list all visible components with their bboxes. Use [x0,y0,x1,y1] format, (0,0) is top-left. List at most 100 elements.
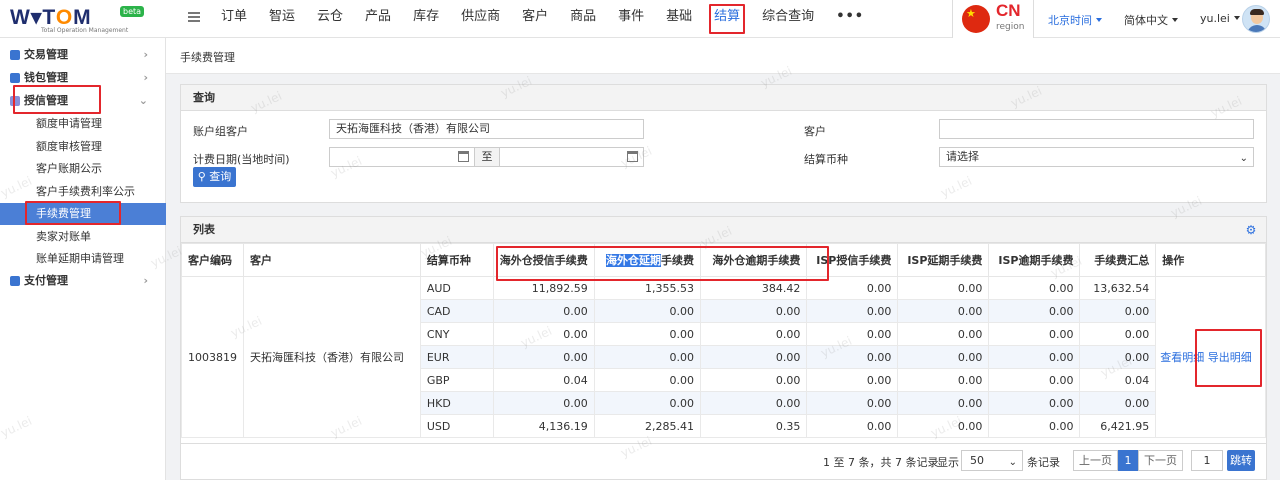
customer-code-cell: 1003819 [181,276,244,438]
actions-cell: 查看明细 导出明细 [1155,276,1266,438]
tom-logo[interactable]: W▾TOM beta Total Operation Management [10,5,150,34]
sidebar-group-trade[interactable]: 交易管理 › [0,44,166,66]
pagination: 1 至 7 条，共 7 条记录 显示 50 ⌄ 条记录 上一页 1 下一页 1 跳… [180,444,1267,480]
fee-cell: 2,285.41 [593,414,702,438]
column-settings-gear-icon[interactable]: ⚙ [1244,223,1258,237]
currency-cell: HKD [419,391,494,415]
language-label: 简体中文 [1124,14,1168,27]
sidebar-group-label: 支付管理 [24,274,68,287]
date-label: 计费日期(当地时间) [193,153,290,166]
fee-cell: 0.00 [988,345,1081,369]
nav-item[interactable]: 供应商 [450,0,511,38]
wallet-icon [10,73,20,83]
calendar-icon[interactable] [627,151,638,162]
menu-toggle-icon[interactable] [188,12,200,22]
col-header-isp-overdue-fee: ISP逾期手续费 [988,243,1081,277]
avatar[interactable] [1242,5,1270,33]
nav-item[interactable]: 云仓 [306,0,354,38]
fee-cell: 0.00 [988,391,1081,415]
fee-cell: 0.00 [988,276,1081,300]
currency-cell: GBP [419,368,494,392]
fee-cell: 0.00 [1079,322,1157,346]
currency-label: 结算币种 [804,153,848,166]
page-1-button[interactable]: 1 [1118,450,1138,471]
chevron-down-icon [1096,18,1102,22]
main-nav: 订单 智运 云仓 产品 库存 供应商 客户 商品 事件 基础 结算 综合查询 ••• [210,0,875,38]
view-details-link[interactable]: 查看明细 [1160,351,1204,364]
nav-item[interactable]: 智运 [258,0,306,38]
region-selector[interactable]: ★ CN region [952,0,1034,38]
sidebar-group-credit[interactable]: 授信管理 ⌄ [0,90,166,112]
fee-cell: 0.00 [593,345,702,369]
search-icon: ⚲ [197,170,206,183]
fee-cell: 0.00 [897,276,990,300]
col-header-fee-total: 手续费汇总 [1079,243,1157,277]
fee-cell: 0.00 [988,414,1081,438]
page-size-select[interactable]: 50 ⌄ [961,450,1023,471]
fee-cell: 0.00 [988,299,1081,323]
fee-cell: 0.00 [806,276,899,300]
prev-page-button[interactable]: 上一页 [1073,450,1118,471]
chevron-down-icon: ⌄ [138,94,148,107]
language-dropdown[interactable]: 简体中文 [1124,12,1178,28]
col-header-isp-credit-fee: ISP授信手续费 [806,243,899,277]
nav-item[interactable]: 事件 [607,0,655,38]
sidebar-item[interactable]: 客户账期公示 [0,158,166,180]
start-date-input[interactable] [329,147,475,167]
user-dropdown[interactable]: yu.lei [1200,12,1240,25]
timezone-dropdown[interactable]: 北京时间 [1048,12,1102,28]
nav-more-icon[interactable]: ••• [825,0,875,38]
sidebar-item[interactable]: 额度申请管理 [0,113,166,135]
fee-cell: 0.00 [492,299,595,323]
goto-page-button[interactable]: 跳转 [1227,450,1255,471]
fee-cell: 0.00 [593,299,702,323]
next-page-button[interactable]: 下一页 [1138,450,1183,471]
calendar-icon[interactable] [458,151,469,162]
fee-cell: 0.00 [806,322,899,346]
fee-cell: 0.00 [1079,299,1157,323]
sidebar-item[interactable]: 账单延期申请管理 [0,248,166,270]
sidebar-item[interactable]: 手续费管理 [0,203,166,225]
currency-select[interactable]: 请选择 ⌄ [939,147,1254,167]
account-group-input[interactable]: 天拓海匯科技（香港）有限公司 [329,119,644,139]
sidebar-group-label: 授信管理 [24,94,68,107]
fee-cell: 0.00 [593,322,702,346]
nav-item[interactable]: 结算 [703,0,751,38]
nav-item[interactable]: 产品 [354,0,402,38]
sidebar-group-wallet[interactable]: 钱包管理 › [0,67,166,89]
nav-item[interactable]: 商品 [559,0,607,38]
sidebar-item[interactable]: 额度审核管理 [0,136,166,158]
nav-item[interactable]: 订单 [210,0,258,38]
timezone-label: 北京时间 [1048,14,1092,27]
end-date-input[interactable] [499,147,644,167]
nav-item[interactable]: 库存 [402,0,450,38]
search-button[interactable]: ⚲ 查询 [193,167,236,187]
currency-select-value: 请选择 [946,150,979,163]
search-button-label: 查询 [209,170,232,183]
sidebar-group-payment[interactable]: 支付管理 › [0,270,166,292]
username: yu.lei [1200,12,1230,25]
currency-cell: CNY [419,322,494,346]
customer-input[interactable] [939,119,1254,139]
col-header-currency: 结算币种 [419,243,494,277]
list-panel: 列表 ⚙ 客户编码 客户 结算币种 海外仓授信手续费 海外仓延期手续费 海外仓逾… [180,216,1267,444]
col-header-customer: 客户 [243,243,421,277]
nav-item[interactable]: 综合查询 [751,0,825,38]
top-bar: W▾TOM beta Total Operation Management 订单… [0,0,1280,38]
sidebar-item[interactable]: 客户手续费利率公示 [0,181,166,203]
sidebar-item[interactable]: 卖家对账单 [0,226,166,248]
col-header-customer-code: 客户编码 [181,243,244,277]
list-panel-title: 列表 [181,217,1266,243]
col-header-overseas-extension-fee: 海外仓延期手续费 [593,243,702,277]
selected-text: 海外仓延期 [606,254,662,267]
fee-cell: 0.00 [700,345,808,369]
chevron-right-icon: › [143,274,148,287]
fee-cell: 0.00 [806,345,899,369]
query-panel: 查询 账户组客户 天拓海匯科技（香港）有限公司 客户 计费日期(当地时间) 至 … [180,84,1267,203]
breadcrumb: 手续费管理 [180,51,235,64]
nav-item[interactable]: 基础 [655,0,703,38]
goto-page-input[interactable]: 1 [1191,450,1223,471]
nav-item[interactable]: 客户 [511,0,559,38]
export-details-link[interactable]: 导出明细 [1208,351,1252,364]
fee-cell: 0.00 [700,391,808,415]
